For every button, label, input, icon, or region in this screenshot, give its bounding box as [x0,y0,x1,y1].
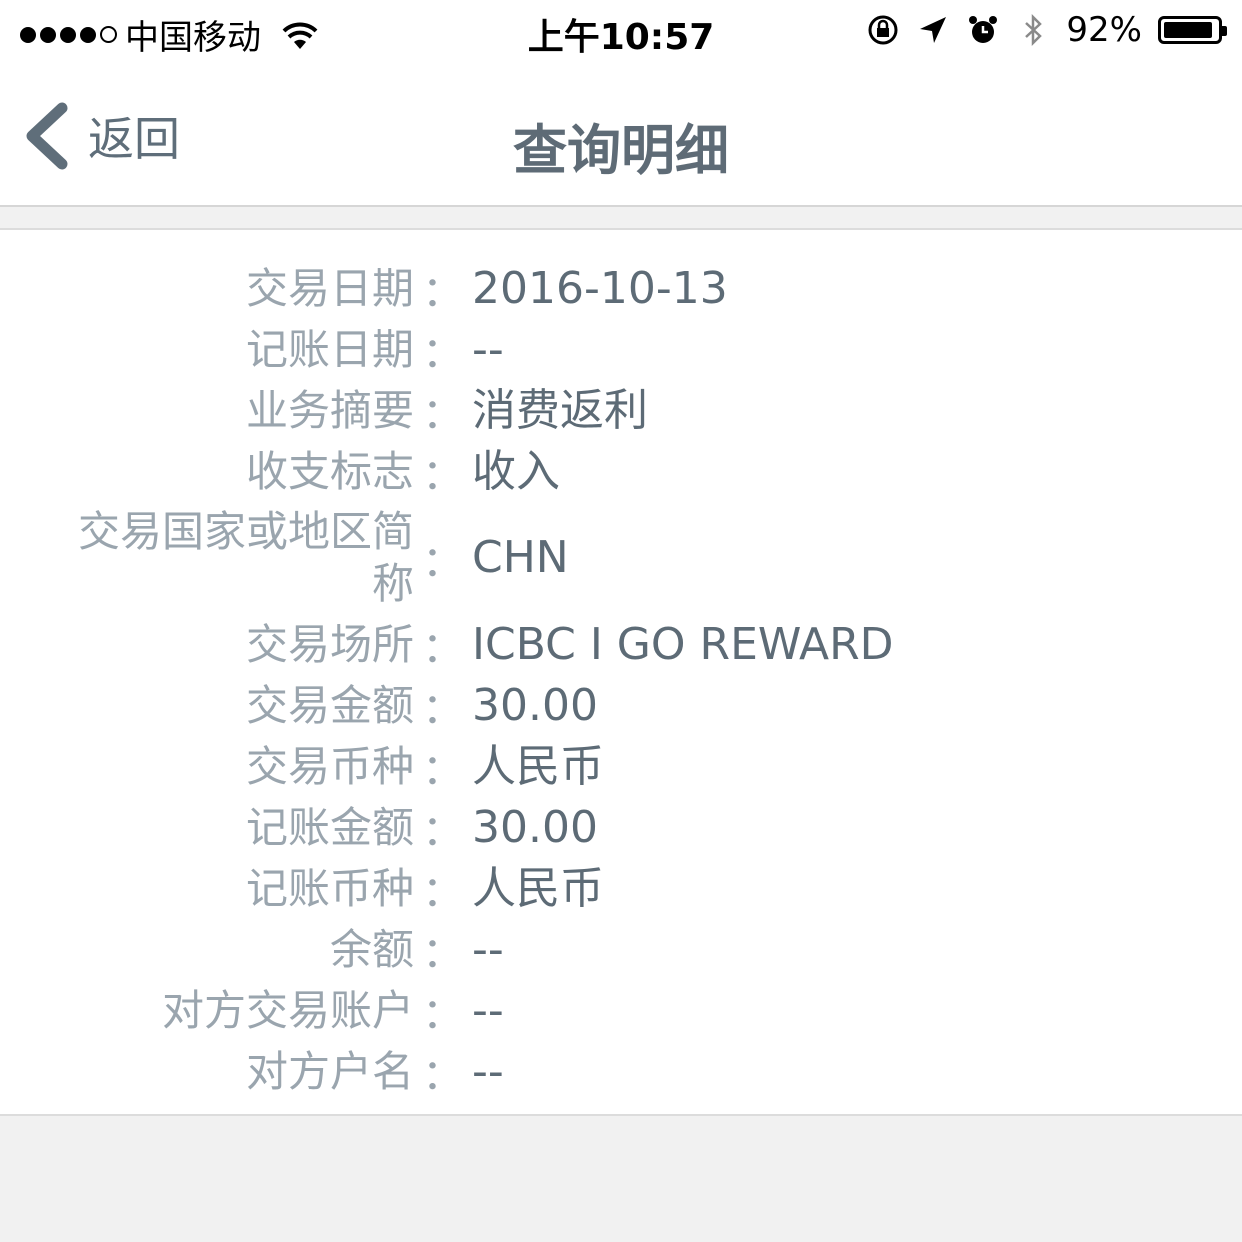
bluetooth-icon [1025,13,1043,47]
detail-value: 人民币 [472,740,604,792]
detail-value: CHN [472,532,569,583]
detail-label: 记账币种 [245,863,414,913]
detail-colon: ： [421,267,464,316]
detail-row-income-flag: 收支标志 ： 收入 [0,441,1242,502]
detail-colon: ： [421,928,464,977]
detail-row-currency: 交易币种 ： 人民币 [0,736,1242,797]
detail-value: 收入 [472,445,560,497]
battery-fill [1164,22,1212,38]
status-bar: 中国移动 上午10:57 92% [0,0,1242,64]
detail-colon: ： [421,867,464,916]
detail-colon: ： [421,450,464,499]
battery-percentage: 92% [1066,10,1142,50]
detail-label: 余额 [329,924,414,974]
detail-row-summary: 业务摘要 ： 消费返利 [0,380,1242,441]
detail-label: 交易国家或地区简称 [77,507,414,608]
detail-colon: ： [421,989,464,1038]
orientation-lock-icon [868,15,898,45]
detail-label: 记账日期 [245,324,414,374]
detail-label: 交易金额 [245,680,414,730]
detail-colon: ： [421,684,464,733]
detail-row-amount: 交易金额 ： 30.00 [0,675,1242,736]
detail-row-counterparty-account: 对方交易账户 ： -- [0,980,1242,1041]
detail-value: -- [472,323,504,375]
detail-value: 30.00 [472,679,598,731]
detail-row-posting-date: 记账日期 ： -- [0,319,1242,380]
detail-value: 消费返利 [472,384,648,436]
detail-row-balance: 余额 ： -- [0,919,1242,980]
detail-colon: ： [421,745,464,794]
detail-row-posted-amount: 记账金额 ： 30.00 [0,797,1242,858]
detail-label: 收支标志 [245,446,414,496]
detail-value: -- [472,923,504,975]
detail-colon: ： [421,623,464,672]
detail-colon: ： [421,536,464,586]
detail-value: 人民币 [472,862,604,914]
detail-row-merchant: 交易场所 ： ICBC I GO REWARD [0,614,1242,675]
detail-label: 交易场所 [245,619,414,669]
status-bar-right: 92% [866,10,1227,50]
detail-value: ICBC I GO REWARD [472,618,894,670]
detail-label: 记账金额 [245,802,414,852]
detail-row-counterparty-name: 对方户名 ： -- [0,1041,1242,1102]
detail-colon: ： [421,328,464,377]
detail-value: 2016-10-13 [472,262,728,314]
detail-row-country: 交易国家或地区简称 ： CHN [0,502,1242,614]
detail-colon: ： [421,1050,464,1099]
detail-row-posted-currency: 记账币种 ： 人民币 [0,858,1242,919]
detail-label: 交易币种 [245,741,414,791]
page-title: 查询明细 [513,119,729,182]
detail-label: 对方户名 [245,1046,414,1096]
detail-label: 业务摘要 [245,385,414,435]
detail-value: -- [472,1045,504,1097]
detail-colon: ： [421,389,464,438]
detail-label: 对方交易账户 [161,985,414,1035]
location-arrow-icon [920,17,947,43]
navigation-bar: 返回 查询明细 [0,64,1242,207]
detail-value: -- [472,984,504,1036]
detail-label: 交易日期 [245,263,414,313]
battery-cap [1222,26,1227,36]
detail-row-transaction-date: 交易日期 ： 2016-10-13 [0,258,1242,319]
alarm-icon [969,16,998,43]
transaction-detail-panel: 交易日期 ： 2016-10-13 记账日期 ： -- 业务摘要 ： 消费返利 … [0,228,1242,1116]
detail-colon: ： [421,806,464,855]
detail-value: 30.00 [472,801,598,853]
battery-icon [1158,16,1227,44]
